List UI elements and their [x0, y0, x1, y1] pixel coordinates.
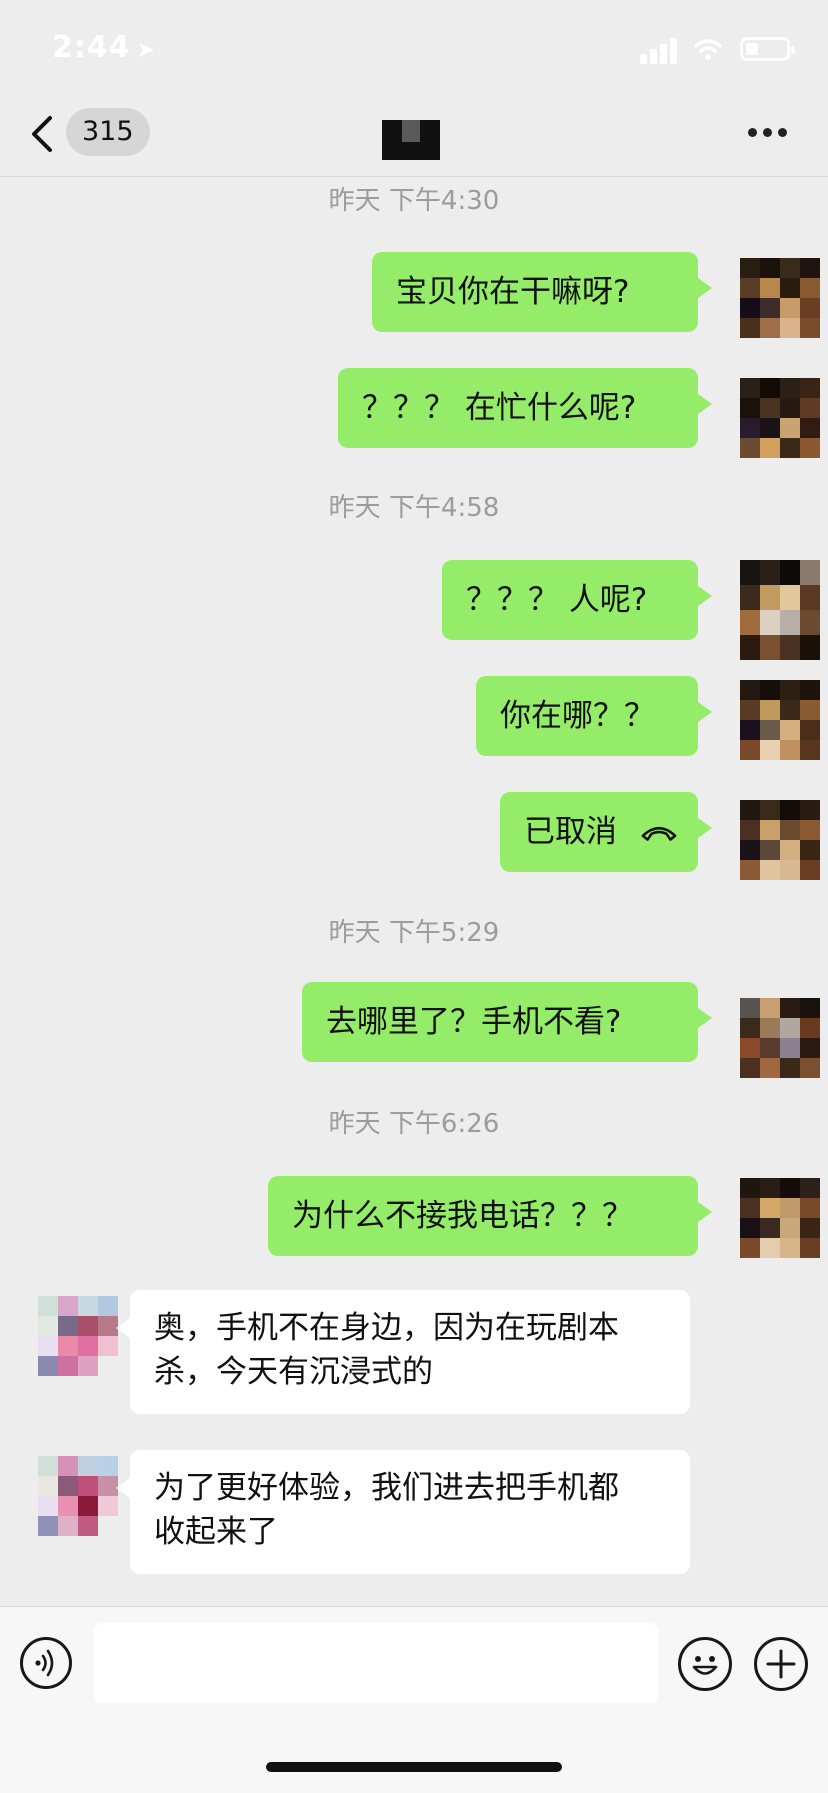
outgoing-message[interactable]: 去哪里了？手机不看?: [302, 982, 712, 1062]
outgoing-message[interactable]: 已取消: [500, 792, 712, 872]
my-avatar[interactable]: [740, 258, 820, 338]
voice-input-icon[interactable]: [20, 1637, 72, 1689]
message-text: 为什么不接我电话？？？: [292, 1198, 633, 1234]
my-avatar[interactable]: [740, 378, 820, 458]
outgoing-message[interactable]: 为什么不接我电话？？？: [268, 1176, 712, 1256]
timestamp: 昨天 下午6:26: [328, 1109, 500, 1139]
plus-icon[interactable]: [754, 1637, 808, 1691]
message-text: 奥，手机不在身边，因为在玩剧本 杀，今天有沉浸式的: [154, 1310, 619, 1390]
status-indicators: [640, 34, 795, 64]
my-avatar[interactable]: [740, 998, 820, 1078]
contact-avatar[interactable]: [38, 1296, 118, 1376]
message-input[interactable]: [94, 1623, 658, 1703]
unread-count-badge[interactable]: 315: [66, 108, 150, 156]
my-avatar[interactable]: [740, 560, 820, 660]
wifi-icon: [694, 39, 722, 60]
outgoing-message[interactable]: ？？？ 人呢?: [442, 560, 712, 640]
back-icon[interactable]: [28, 114, 58, 154]
contact-name-redacted: [382, 120, 440, 160]
outgoing-message[interactable]: ？？？ 在忙什么呢?: [338, 368, 712, 448]
chat-header: 315: [0, 92, 828, 177]
emoji-icon[interactable]: [678, 1637, 732, 1691]
my-avatar[interactable]: [740, 680, 820, 760]
outgoing-message[interactable]: 你在哪？？: [476, 676, 712, 756]
timestamp: 昨天 下午5:29: [328, 918, 500, 948]
incoming-message[interactable]: 奥，手机不在身边，因为在玩剧本 杀，今天有沉浸式的: [116, 1290, 690, 1414]
location-arrow-icon: ➤: [136, 38, 157, 63]
message-text: ？？？ 人呢?: [466, 582, 648, 618]
my-avatar[interactable]: [740, 1178, 820, 1258]
status-time-text: 2:44: [52, 30, 131, 65]
outgoing-message[interactable]: 宝贝你在干嘛呀?: [372, 252, 712, 332]
contact-avatar[interactable]: [38, 1456, 118, 1536]
message-text: ？？？ 在忙什么呢?: [362, 390, 637, 426]
incoming-message[interactable]: 为了更好体验，我们进去把手机都 收起来了: [116, 1450, 690, 1574]
my-avatar[interactable]: [740, 800, 820, 880]
battery-icon: [740, 37, 795, 61]
status-time: 2:44 ➤: [52, 30, 156, 65]
more-options-icon[interactable]: [748, 128, 788, 138]
phone-hangup-icon: [641, 826, 677, 841]
message-text: 宝贝你在干嘛呀?: [396, 274, 630, 310]
timestamp: 昨天 下午4:58: [328, 493, 500, 523]
message-text: 已取消: [524, 814, 617, 850]
message-text: 你在哪？？: [500, 698, 655, 734]
home-indicator: [266, 1762, 562, 1772]
timestamp: 昨天 下午4:30: [328, 186, 500, 216]
message-text: 为了更好体验，我们进去把手机都 收起来了: [154, 1470, 619, 1550]
message-text: 去哪里了？手机不看?: [326, 1004, 622, 1040]
